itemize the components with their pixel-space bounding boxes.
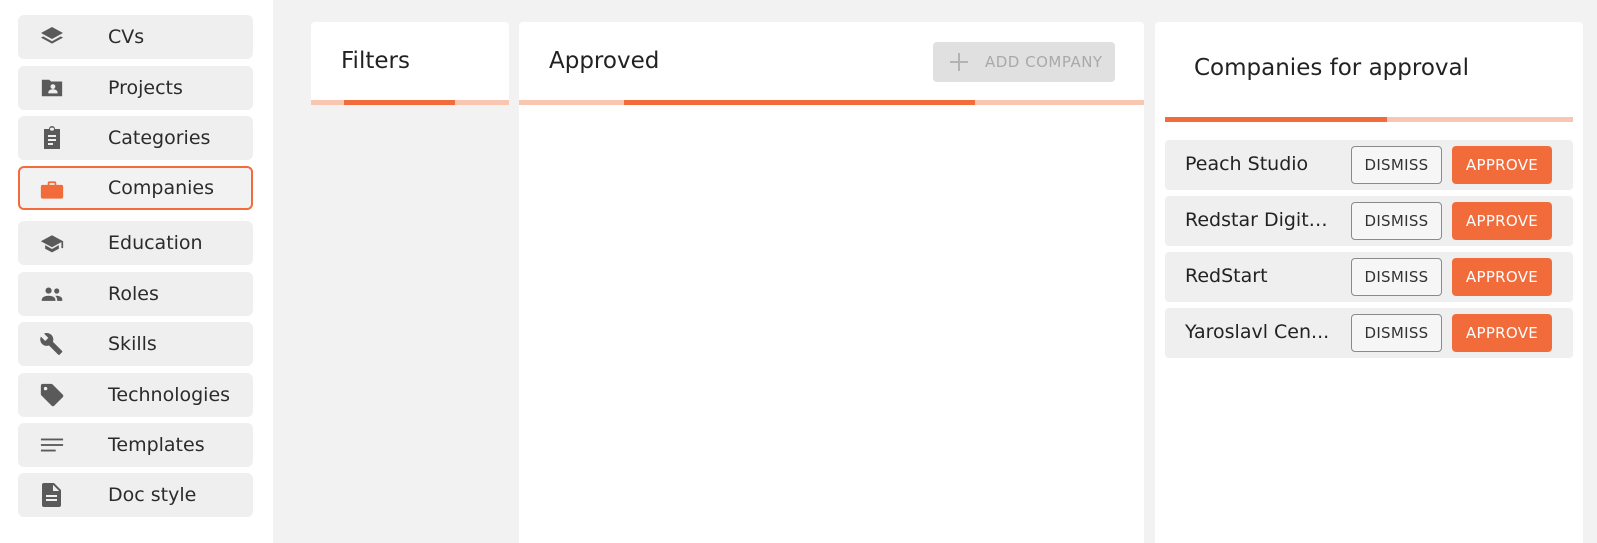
filters-panel: Filters bbox=[311, 22, 509, 105]
filters-title: Filters bbox=[341, 48, 410, 74]
dismiss-button[interactable]: DISMISS bbox=[1351, 258, 1442, 296]
approved-title: Approved bbox=[549, 48, 660, 74]
dismiss-button[interactable]: DISMISS bbox=[1351, 202, 1442, 240]
approve-button[interactable]: APPROVE bbox=[1452, 146, 1552, 184]
graduation-cap-icon bbox=[40, 231, 64, 255]
add-company-button[interactable]: ADD COMPANY bbox=[933, 42, 1115, 82]
filters-progress-fill bbox=[344, 100, 455, 105]
sidebar-item-doc-style[interactable]: Doc style bbox=[18, 473, 253, 517]
filters-progress-bar bbox=[311, 100, 509, 105]
dismiss-button[interactable]: DISMISS bbox=[1351, 146, 1442, 184]
sidebar: CVs Projects Categories Companies Educat… bbox=[0, 0, 273, 543]
layers-icon bbox=[40, 25, 64, 49]
sidebar-item-cvs[interactable]: CVs bbox=[18, 15, 253, 59]
sidebar-item-label: Templates bbox=[108, 434, 205, 456]
sidebar-item-label: Projects bbox=[108, 77, 183, 99]
sidebar-item-label: Skills bbox=[108, 333, 157, 355]
sidebar-item-label: Doc style bbox=[108, 484, 197, 506]
sidebar-item-label: Categories bbox=[108, 127, 211, 149]
lines-icon bbox=[40, 433, 64, 457]
approved-progress-fill bbox=[624, 100, 975, 105]
approval-progress-fill bbox=[1165, 117, 1387, 122]
people-icon bbox=[40, 282, 64, 306]
sidebar-item-label: Education bbox=[108, 232, 203, 254]
approval-progress-bar bbox=[1165, 117, 1573, 122]
sidebar-item-label: Companies bbox=[108, 177, 215, 199]
sidebar-item-education[interactable]: Education bbox=[18, 221, 253, 265]
approve-button[interactable]: APPROVE bbox=[1452, 314, 1552, 352]
wrench-icon bbox=[40, 332, 64, 356]
approve-button[interactable]: APPROVE bbox=[1452, 202, 1552, 240]
sidebar-item-label: Technologies bbox=[108, 384, 231, 406]
sidebar-item-categories[interactable]: Categories bbox=[18, 116, 253, 160]
add-company-label: ADD COMPANY bbox=[985, 53, 1103, 71]
approve-button[interactable]: APPROVE bbox=[1452, 258, 1552, 296]
dismiss-button[interactable]: DISMISS bbox=[1351, 314, 1442, 352]
sidebar-item-companies[interactable]: Companies bbox=[18, 166, 253, 210]
sidebar-item-roles[interactable]: Roles bbox=[18, 272, 253, 316]
approved-panel: Approved bbox=[519, 22, 1144, 543]
clipboard-icon bbox=[40, 126, 64, 150]
company-name: Redstar Digita... bbox=[1185, 209, 1330, 231]
company-name: RedStart bbox=[1185, 265, 1268, 287]
sidebar-item-technologies[interactable]: Technologies bbox=[18, 373, 253, 417]
sidebar-item-skills[interactable]: Skills bbox=[18, 322, 253, 366]
sidebar-item-label: Roles bbox=[108, 283, 159, 305]
approved-progress-bar bbox=[519, 100, 1144, 105]
sidebar-item-templates[interactable]: Templates bbox=[18, 423, 253, 467]
approval-row: Yaroslavl Cen... DISMISS APPROVE bbox=[1165, 308, 1573, 358]
briefcase-icon bbox=[40, 178, 64, 202]
company-name: Peach Studio bbox=[1185, 153, 1309, 175]
plus-icon bbox=[949, 52, 969, 72]
approval-title: Companies for approval bbox=[1194, 55, 1469, 81]
approval-row: RedStart DISMISS APPROVE bbox=[1165, 252, 1573, 302]
sidebar-item-projects[interactable]: Projects bbox=[18, 66, 253, 110]
tag-icon bbox=[40, 383, 64, 407]
approval-row: Peach Studio DISMISS APPROVE bbox=[1165, 140, 1573, 190]
company-name: Yaroslavl Cen... bbox=[1185, 321, 1330, 343]
folder-person-icon bbox=[40, 76, 64, 100]
document-icon bbox=[40, 483, 64, 507]
sidebar-item-label: CVs bbox=[108, 26, 145, 48]
approval-row: Redstar Digita... DISMISS APPROVE bbox=[1165, 196, 1573, 246]
